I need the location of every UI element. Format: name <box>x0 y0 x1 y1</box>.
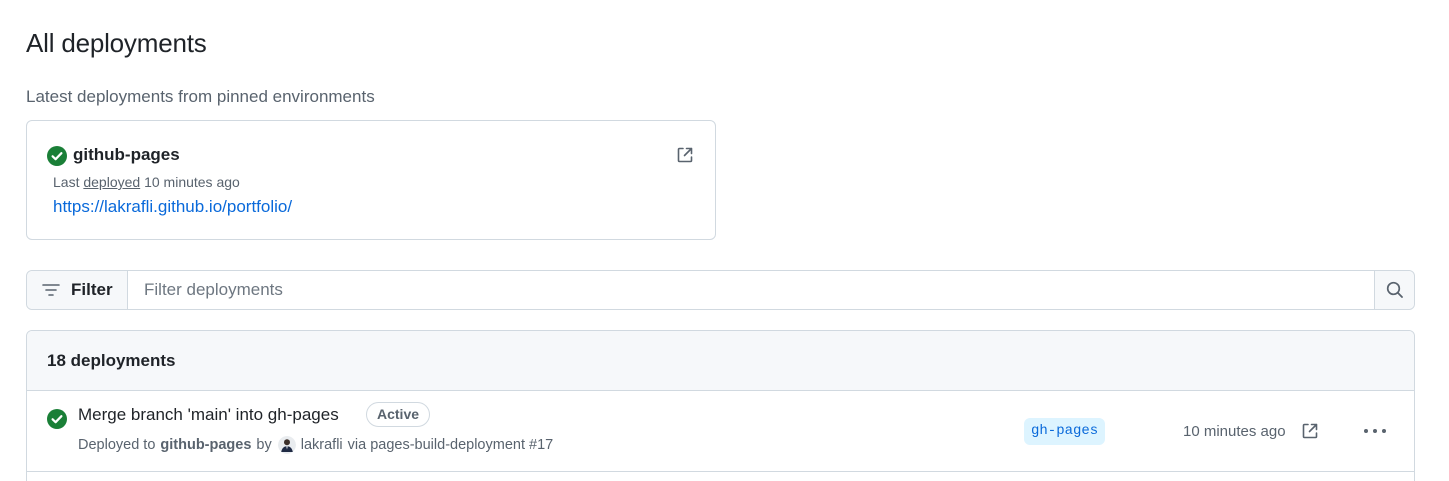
pinned-time-ago: 10 minutes ago <box>144 174 240 190</box>
deployments-list-header: 18 deployments <box>27 331 1414 391</box>
pinned-environment-name[interactable]: github-pages <box>73 145 180 165</box>
avatar[interactable] <box>277 436 296 454</box>
by-text: by <box>256 437 272 453</box>
deployment-time-ago: 10 minutes ago <box>1183 423 1286 440</box>
search-button[interactable] <box>1374 271 1414 309</box>
pinned-environment-url[interactable]: https://lakrafli.github.io/portfolio/ <box>53 197 292 217</box>
pinned-last-deployed: Last deployed 10 minutes ago <box>53 174 240 190</box>
filter-icon <box>42 284 60 296</box>
check-circle-fill-icon <box>47 409 67 429</box>
pinned-section-subtitle: Latest deployments from pinned environme… <box>26 87 375 106</box>
deployments-list: 18 deployments Merge branch 'main' into … <box>26 330 1415 481</box>
deployment-title[interactable]: Merge branch 'main' into gh-pages <box>78 405 339 425</box>
check-circle-fill-icon <box>47 146 67 166</box>
deployment-environment-link[interactable]: github-pages <box>160 437 251 453</box>
filter-button[interactable]: Filter <box>27 271 128 309</box>
deployed-to-text: Deployed to <box>78 437 156 453</box>
link-external-icon[interactable] <box>1300 421 1320 441</box>
page-title: All deployments <box>26 28 207 58</box>
via-workflow-text[interactable]: via pages-build-deployment #17 <box>348 437 554 453</box>
link-external-icon[interactable] <box>675 145 695 165</box>
filter-deployments-input[interactable] <box>128 271 1374 309</box>
deployment-meta: Deployed to github-pages by lakrafli via… <box>78 436 553 454</box>
search-icon <box>1386 281 1403 298</box>
status-badge: Active <box>366 402 431 427</box>
deployments-page: All deployments Latest deployments from … <box>0 0 1449 481</box>
deployed-link[interactable]: deployed <box>83 174 140 190</box>
kebab-horizontal-icon[interactable] <box>1361 421 1389 441</box>
filter-button-label: Filter <box>71 280 113 299</box>
filter-bar: Filter <box>26 270 1415 310</box>
deployments-count: 18 deployments <box>47 350 176 370</box>
deployment-row: Merge branch 'main' into gh-pages Active… <box>27 391 1414 472</box>
last-prefix: Last <box>53 174 80 190</box>
pinned-environment-card: github-pages Last deployed 10 minutes ag… <box>26 120 716 240</box>
deployment-user[interactable]: lakrafli <box>301 437 343 453</box>
branch-label[interactable]: gh-pages <box>1024 418 1106 445</box>
